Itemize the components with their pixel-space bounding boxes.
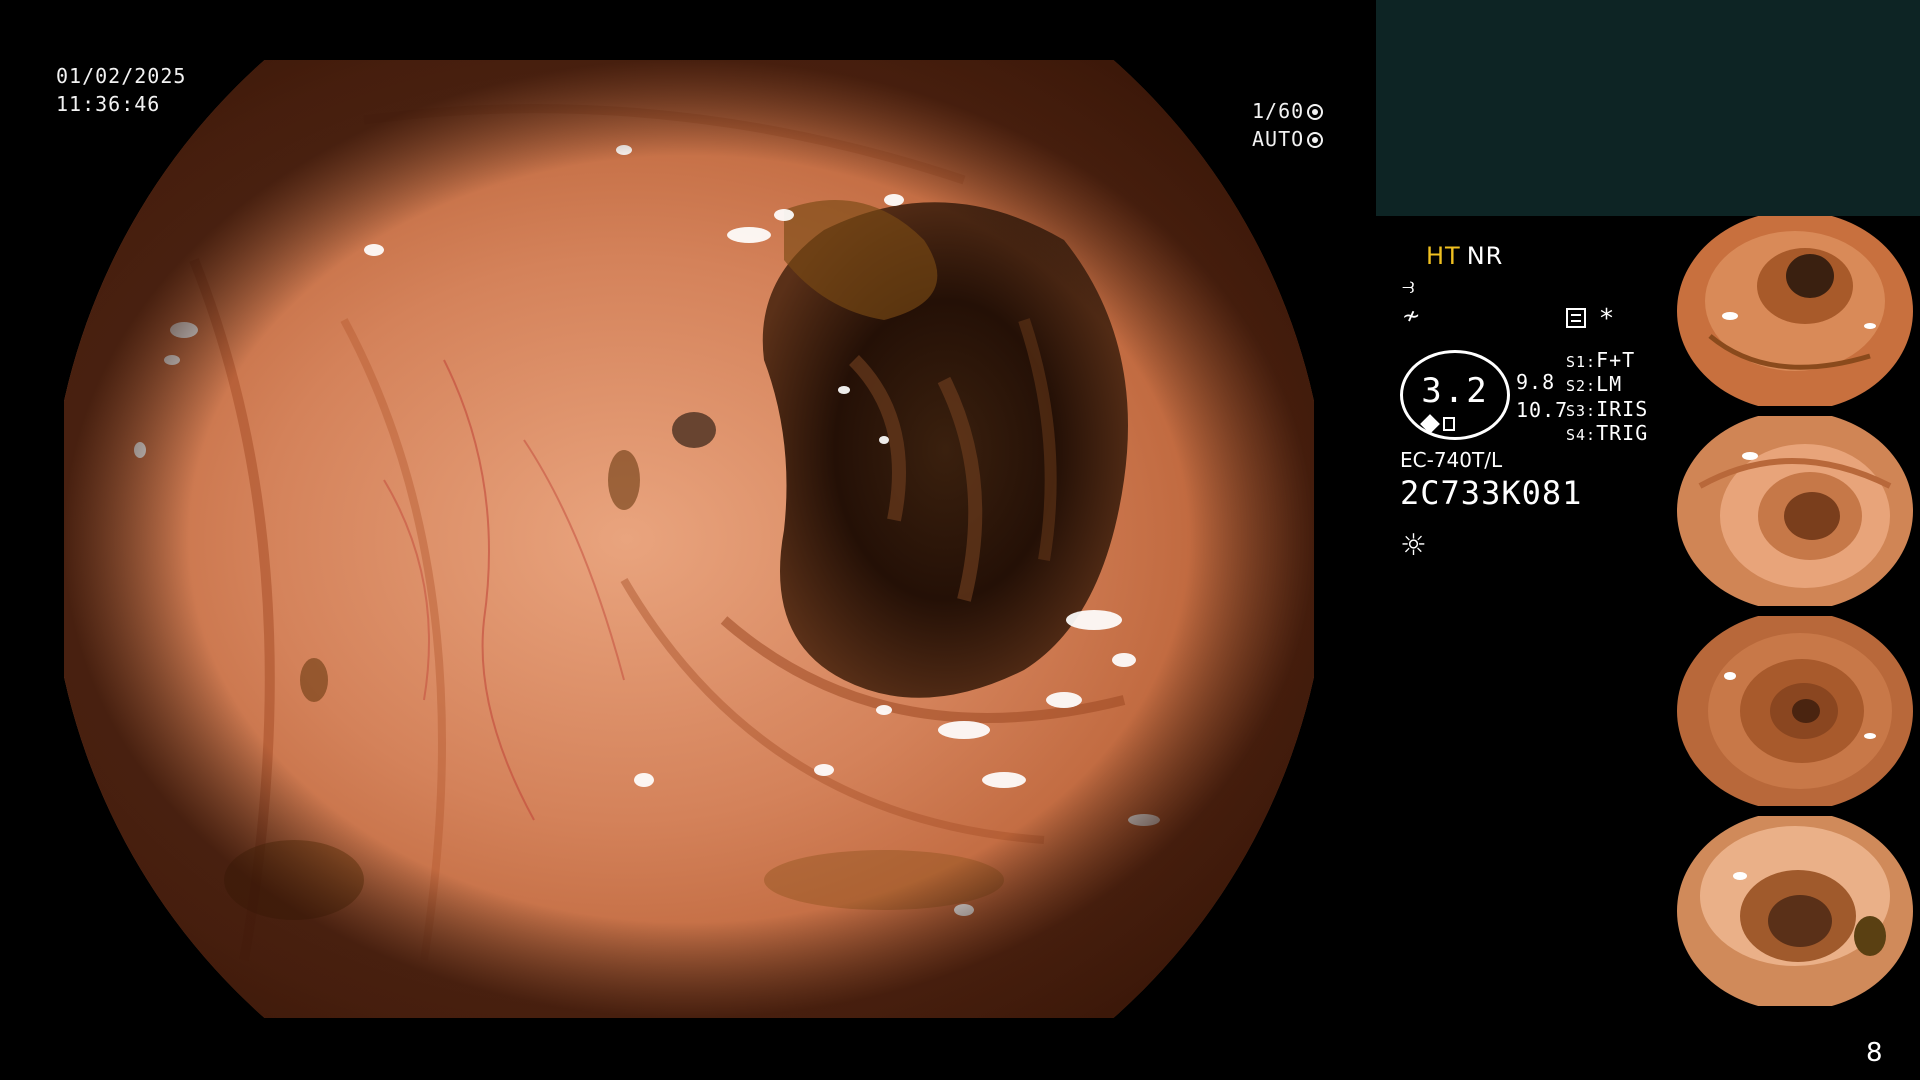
gauge-reading-1: 9.8 xyxy=(1516,370,1556,394)
captured-thumbnail-4[interactable] xyxy=(1670,816,1920,1006)
gauge-reading-2: 10.7 xyxy=(1516,398,1569,422)
time-text: 11:36:46 xyxy=(56,92,161,116)
scope-model: EC-740T/L xyxy=(1400,448,1503,472)
switch-assignment-3: S3:IRIS xyxy=(1566,397,1648,421)
iris-icon xyxy=(1307,132,1324,148)
captured-thumbnail-3[interactable] xyxy=(1670,616,1920,806)
scope-serial: 2C733K081 xyxy=(1400,474,1583,512)
ht-mode-label: HT xyxy=(1426,242,1461,270)
switch-assignment-1: S1:F+T xyxy=(1566,348,1635,372)
date-text: 01/02/2025 xyxy=(56,64,187,88)
page-number: 8 xyxy=(1866,1038,1883,1068)
shutter-icon xyxy=(1307,104,1324,120)
star-icon: * xyxy=(1600,304,1613,334)
magnification-gauge: 3.2 xyxy=(1400,350,1510,440)
gauge-pointer-icon xyxy=(1420,414,1440,434)
gauge-indicator-icon xyxy=(1443,417,1455,431)
captured-thumbnail-2[interactable] xyxy=(1670,416,1920,606)
shutter-speed-text: 1/60 xyxy=(1252,99,1305,123)
switch-assignment-2: S2:LM xyxy=(1566,372,1622,396)
exposure-readout: 1/60 AUTO xyxy=(1252,97,1324,153)
switch-value: F+T xyxy=(1596,348,1636,372)
endoscopy-main-view xyxy=(64,60,1314,1018)
image-mode-indicator: HT NR xyxy=(1426,242,1503,270)
switch-value: IRIS xyxy=(1596,397,1649,421)
nr-mode-label: NR xyxy=(1466,242,1504,270)
light-source-icon: ☼ xyxy=(1400,528,1427,563)
date-time-readout: 01/02/2025 11:36:46 xyxy=(56,62,186,118)
colon-lumen-image xyxy=(64,60,1314,1018)
switch-key: S1: xyxy=(1566,353,1597,371)
switch-value: LM xyxy=(1596,372,1623,396)
switch-assignment-4: S4:TRIG xyxy=(1566,421,1648,445)
exposure-mode-text: AUTO xyxy=(1252,127,1305,151)
enhancement-icon: ⥽ xyxy=(1402,274,1415,299)
patient-info-panel xyxy=(1376,0,1920,216)
switch-key: S4: xyxy=(1566,426,1597,444)
switch-key: S2: xyxy=(1566,377,1597,395)
menu-icon xyxy=(1566,308,1586,328)
captured-thumbnail-1[interactable] xyxy=(1670,216,1920,406)
switch-key: S3: xyxy=(1566,402,1597,420)
gauge-value: 3.2 xyxy=(1421,371,1489,411)
filter-icon: ≁ xyxy=(1402,304,1421,329)
switch-value: TRIG xyxy=(1596,421,1649,445)
